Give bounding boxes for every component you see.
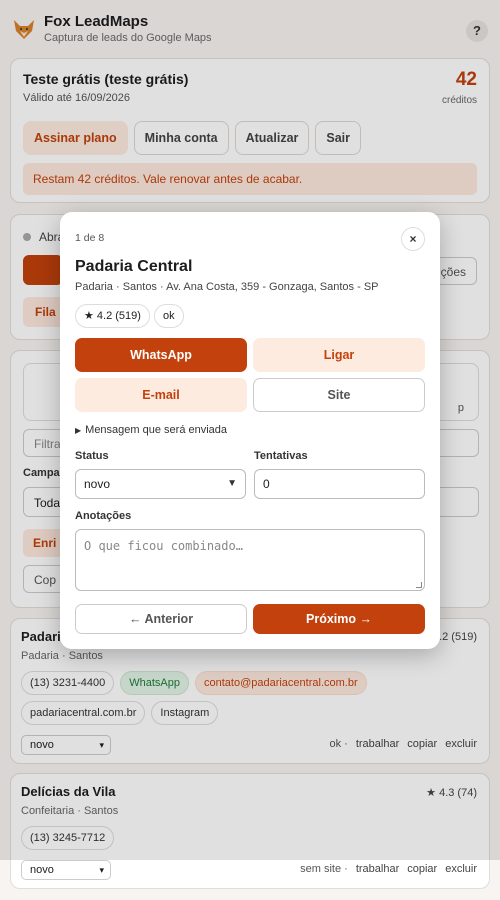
lead-status-select[interactable]: novo ▾ — [21, 860, 111, 880]
lead-status-value: novo — [30, 864, 54, 876]
modal-title: Padaria Central — [75, 258, 193, 275]
message-preview-toggle[interactable]: ▶ Mensagem que será enviada — [75, 424, 227, 436]
rating-chip: ★ 4.2 (519) — [75, 304, 150, 328]
chevron-down-icon: ▼ — [227, 478, 237, 489]
whatsapp-button[interactable]: WhatsApp — [75, 338, 247, 372]
resize-handle-icon[interactable] — [416, 582, 422, 588]
triangle-right-icon: ▶ — [75, 426, 82, 435]
chevron-down-icon: ▾ — [99, 865, 104, 875]
delete-link[interactable]: excluir — [445, 863, 477, 875]
lead-counter: 1 de 8 — [75, 232, 105, 244]
lead-actions: sem site · trabalhar copiar excluir — [300, 863, 477, 875]
status-chip: ok — [153, 304, 184, 328]
site-button[interactable]: Site — [253, 378, 425, 412]
notes-placeholder: O que ficou combinado… — [84, 539, 243, 553]
email-button[interactable]: E-mail — [75, 378, 247, 412]
previous-button[interactable]: ← Anterior — [75, 604, 247, 634]
attempts-label: Tentativas — [254, 450, 308, 462]
status-select-value: novo — [84, 477, 111, 491]
next-button[interactable]: Próximo → — [253, 604, 425, 634]
attempts-input[interactable]: 0 — [254, 469, 425, 499]
status-select[interactable]: novo ▼ — [75, 469, 246, 499]
notes-textarea[interactable]: O que ficou combinado… — [75, 529, 425, 591]
message-preview-label: Mensagem que será enviada — [85, 424, 228, 436]
call-button[interactable]: Ligar — [253, 338, 425, 372]
modal-chips: ★ 4.2 (519) ok — [75, 304, 184, 328]
lead-flag: sem site · — [300, 863, 348, 875]
modal-subtitle: Padaria · Santos · Av. Ana Costa, 359 - … — [75, 281, 379, 293]
status-label: Status — [75, 450, 109, 462]
work-link[interactable]: trabalhar — [356, 863, 399, 875]
lead-modal: 1 de 8 × Padaria Central Padaria · Santo… — [60, 212, 440, 649]
close-icon[interactable]: × — [401, 227, 425, 251]
copy-link[interactable]: copiar — [407, 863, 437, 875]
notes-label: Anotações — [75, 510, 132, 522]
